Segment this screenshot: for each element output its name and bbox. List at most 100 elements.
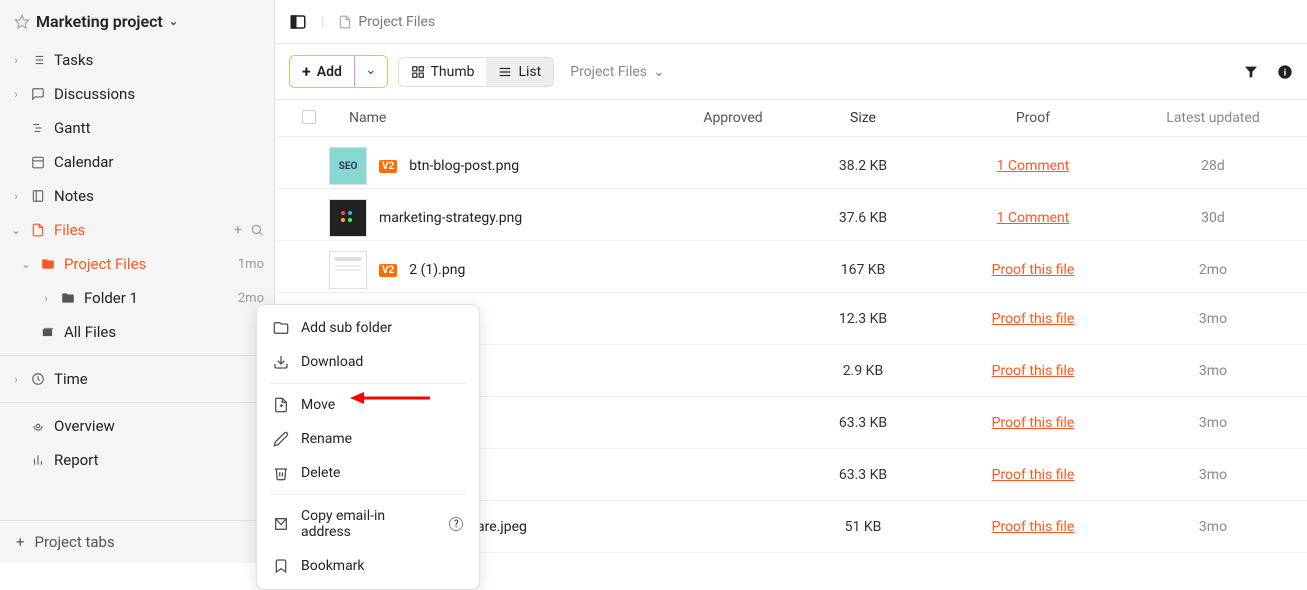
file-name: 2 (1).png: [409, 262, 465, 278]
tree-label: All Files: [64, 323, 116, 341]
tree-meta: 1mo: [238, 257, 264, 272]
context-menu: Add sub folder Download Move Rename Dele…: [256, 304, 480, 590]
annotation-arrow: [350, 388, 430, 408]
project-name: Marketing project: [36, 12, 163, 31]
sidebar-nav: › Tasks › Discussions Gantt Calendar › N…: [0, 43, 274, 520]
nav-label: Notes: [54, 187, 94, 205]
breadcrumb[interactable]: Project Files: [338, 14, 435, 30]
caret-icon: ›: [10, 88, 22, 101]
info-icon[interactable]: i: [1277, 64, 1293, 80]
tree-all-files[interactable]: All Files: [0, 315, 274, 349]
proof-link[interactable]: Proof this file: [992, 363, 1075, 379]
file-thumbnail: [329, 199, 367, 237]
table-row[interactable]: marketing-strategy.png 37.6 KB 1 Comment…: [275, 189, 1307, 241]
size-cell: 2.9 KB: [793, 363, 933, 379]
tree-folder-1[interactable]: › Folder 1 2mo: [0, 281, 274, 315]
add-icon[interactable]: +: [234, 222, 242, 238]
file-icon: [338, 15, 352, 29]
plus-icon: +: [16, 533, 25, 551]
file-thumbnail: [329, 251, 367, 289]
sidebar-toggle-icon[interactable]: [289, 13, 307, 31]
caret-icon: ›: [10, 373, 22, 386]
menu-copy-email[interactable]: Copy email-in address ?: [257, 499, 479, 549]
tree-label: Project Files: [64, 255, 146, 273]
menu-delete[interactable]: Delete: [257, 456, 479, 490]
proof-link[interactable]: Proof this file: [992, 519, 1075, 535]
proof-link[interactable]: Proof this file: [992, 415, 1075, 431]
col-updated[interactable]: Latest updated: [1133, 110, 1293, 126]
updated-cell: 28d: [1133, 158, 1293, 174]
folder-icon: [273, 320, 289, 336]
menu-download[interactable]: Download: [257, 345, 479, 379]
list-view-button[interactable]: List: [486, 58, 553, 86]
add-label: Add: [317, 64, 342, 80]
add-button-group: + Add ⌄: [289, 55, 388, 88]
add-button[interactable]: + Add: [290, 56, 354, 87]
project-tabs-button[interactable]: + Project tabs: [0, 520, 274, 563]
updated-cell: 3mo: [1133, 363, 1293, 379]
menu-add-sub-folder[interactable]: Add sub folder: [257, 311, 479, 345]
thumb-view-button[interactable]: Thumb: [399, 58, 487, 86]
sidebar-item-calendar[interactable]: Calendar: [0, 145, 274, 179]
nav-label: Files: [54, 221, 85, 239]
sidebar-item-time[interactable]: › Time: [0, 362, 274, 396]
table-row[interactable]: SEO V2 btn-blog-post.png 38.2 KB 1 Comme…: [275, 137, 1307, 189]
select-all-checkbox[interactable]: [302, 110, 316, 124]
chevron-down-icon: ⌄: [169, 15, 178, 28]
tree-project-files[interactable]: ⌄ Project Files 1mo: [0, 247, 274, 281]
list-header: Name Approved Size Proof Latest updated: [275, 100, 1307, 137]
grid-icon: [411, 65, 425, 79]
chevron-down-icon: ⌄: [365, 62, 377, 78]
menu-divider: [269, 383, 467, 384]
plus-icon: +: [302, 62, 311, 81]
menu-bookmark[interactable]: Bookmark: [257, 549, 479, 583]
search-icon[interactable]: [250, 223, 264, 237]
proof-link[interactable]: 1 Comment: [997, 158, 1070, 174]
sidebar-item-files[interactable]: ⌄ Files +: [0, 213, 274, 247]
col-name[interactable]: Name: [329, 110, 673, 126]
file-thumbnail: SEO: [329, 147, 367, 185]
menu-rename[interactable]: Rename: [257, 422, 479, 456]
files-icon: [30, 223, 46, 237]
all-files-icon: [40, 325, 56, 339]
sidebar-item-tasks[interactable]: › Tasks: [0, 43, 274, 77]
proof-link[interactable]: Proof this file: [992, 467, 1075, 483]
add-dropdown[interactable]: ⌄: [354, 56, 387, 87]
menu-label: Add sub folder: [301, 320, 392, 336]
sidebar-item-discussions[interactable]: › Discussions: [0, 77, 274, 111]
size-cell: 51 KB: [793, 519, 933, 535]
project-selector[interactable]: Marketing project ⌄: [0, 0, 274, 43]
menu-label: Move: [301, 397, 335, 413]
updated-cell: 3mo: [1133, 519, 1293, 535]
proof-link[interactable]: 1 Comment: [997, 210, 1070, 226]
updated-cell: 3mo: [1133, 311, 1293, 327]
caret-icon: ⌄: [10, 224, 22, 237]
col-approved[interactable]: Approved: [673, 110, 793, 126]
folder-dropdown[interactable]: Project Files ⌄: [570, 64, 665, 80]
menu-divider: [269, 494, 467, 495]
move-icon: [273, 397, 289, 413]
folder-icon: [60, 291, 76, 305]
proof-link[interactable]: Proof this file: [992, 262, 1075, 278]
topbar: | Project Files: [275, 0, 1307, 44]
size-cell: 12.3 KB: [793, 311, 933, 327]
nav-label: Discussions: [54, 85, 135, 103]
col-proof[interactable]: Proof: [933, 110, 1133, 126]
menu-label: Rename: [301, 431, 352, 447]
col-size[interactable]: Size: [793, 110, 933, 126]
sidebar-item-notes[interactable]: › Notes: [0, 179, 274, 213]
download-icon: [273, 354, 289, 370]
rename-icon: [273, 431, 289, 447]
updated-cell: 2mo: [1133, 262, 1293, 278]
sidebar-item-overview[interactable]: Overview: [0, 409, 274, 443]
table-row[interactable]: V2 2 (1).png 167 KB Proof this file 2mo: [275, 241, 1307, 293]
caret-icon: ›: [10, 54, 22, 67]
filter-icon[interactable]: [1243, 64, 1259, 80]
gantt-icon: [30, 121, 46, 135]
sidebar-item-gantt[interactable]: Gantt: [0, 111, 274, 145]
proof-link[interactable]: Proof this file: [992, 311, 1075, 327]
tree-meta: 2mo: [238, 291, 264, 306]
sidebar-item-report[interactable]: Report: [0, 443, 274, 477]
chevron-down-icon: ⌄: [653, 64, 665, 80]
size-cell: 63.3 KB: [793, 415, 933, 431]
